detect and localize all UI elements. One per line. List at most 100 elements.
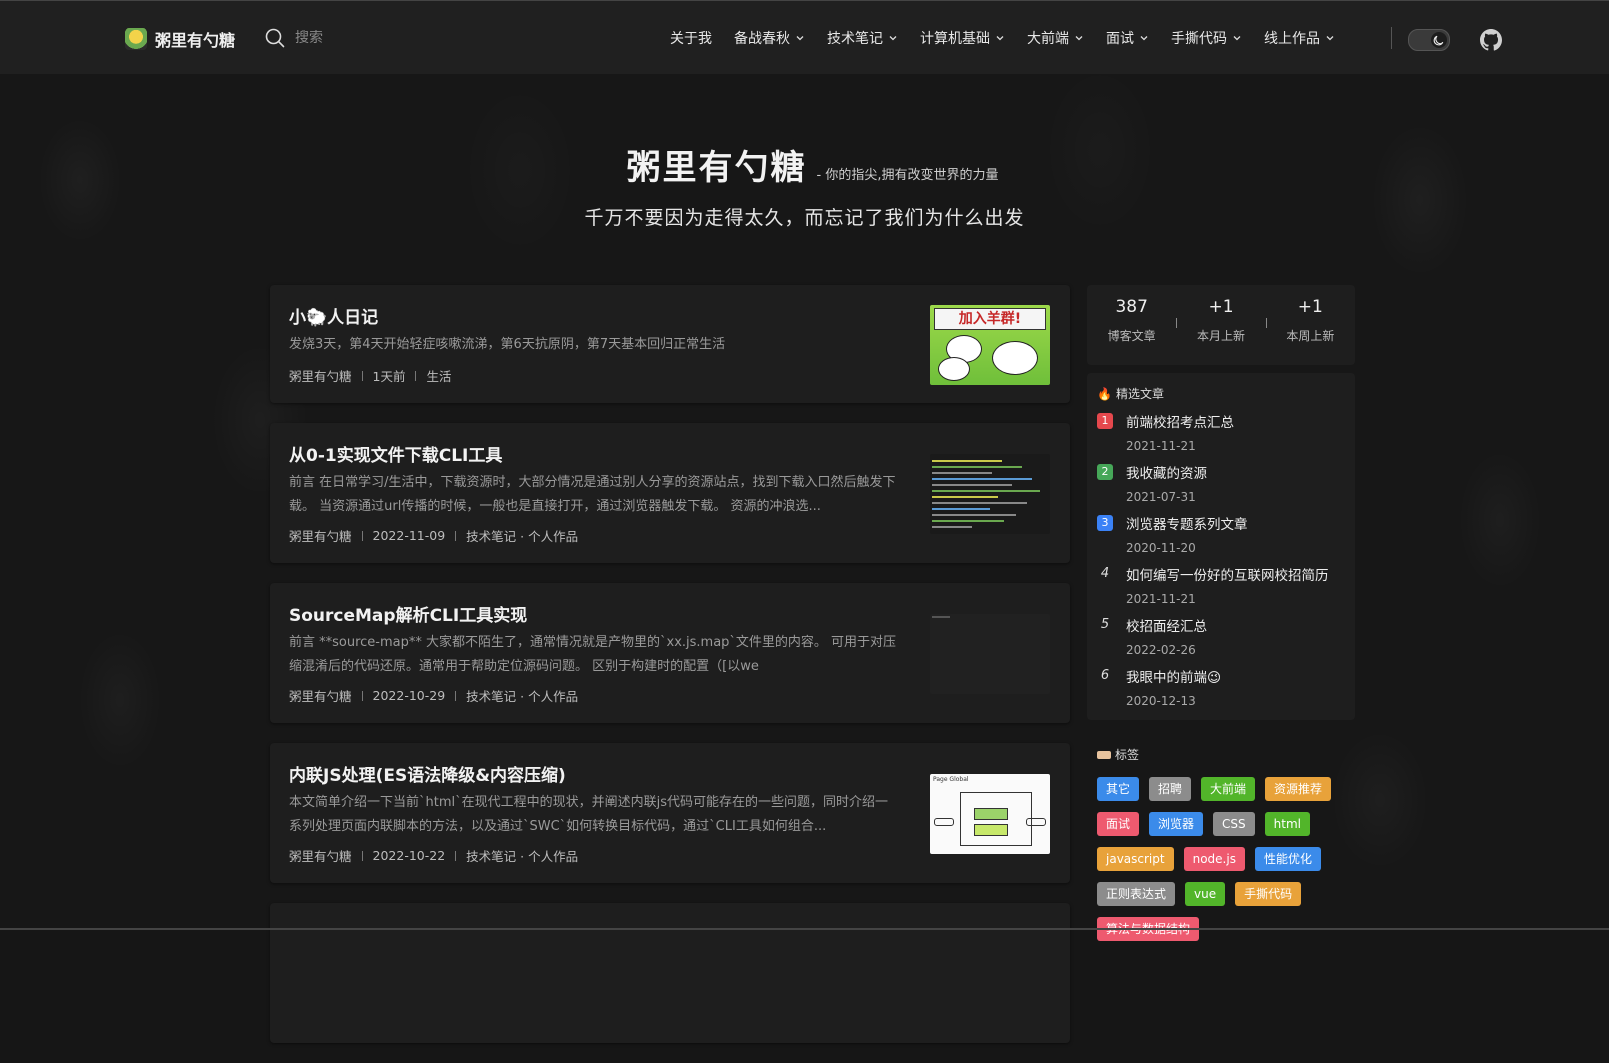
nav-item-label: 关于我: [670, 31, 712, 47]
article-card[interactable]: 小🐑人日记 发烧3天，第4天开始轻症咳嗽流涕，第6天抗原阴，第7天基本回归正常生…: [270, 285, 1070, 403]
article-author: 粥里有勺糖: [289, 689, 352, 704]
tag-chip[interactable]: 其它: [1097, 777, 1140, 801]
article-thumbnail[interactable]: 加入羊群!: [930, 305, 1050, 385]
article-author: 粥里有勺糖: [289, 849, 352, 864]
article-meta: 粥里有勺糖 1天前 生活: [289, 366, 451, 385]
hero-title: 粥里有勺糖: [626, 148, 807, 188]
featured-item-date: 2022-02-26: [1126, 643, 1196, 657]
featured-item[interactable]: 3 浏览器专题系列文章 2020-11-20: [1097, 513, 1345, 555]
featured-rank: 3: [1097, 515, 1113, 531]
article-title[interactable]: 小🐑人日记: [289, 303, 378, 328]
nav-item[interactable]: 面试: [1106, 28, 1149, 48]
tag-chip[interactable]: 手撕代码: [1235, 882, 1302, 906]
featured-item-date: 2020-11-20: [1126, 541, 1196, 555]
tag-chip[interactable]: node.js: [1183, 847, 1245, 871]
hero-subtitle: 千万不要因为走得太久，而忘记了我们为什么出发: [584, 207, 1025, 229]
tag-chip[interactable]: 大前端: [1201, 777, 1256, 801]
site-logo[interactable]: 粥里有勺糖: [125, 27, 235, 51]
nav-item-label: 线上作品: [1264, 31, 1320, 47]
featured-item-title[interactable]: 校招面经汇总: [1126, 615, 1207, 635]
featured-rank: 5: [1100, 617, 1110, 632]
sidebar: 387 博客文章 +1 本月上新 +1 本周上新 🔥 精选文章 1 前端校招考点汇…: [1087, 285, 1355, 951]
article-meta: 粥里有勺糖 2022-10-22 技术笔记 · 个人作品: [289, 846, 578, 865]
featured-item[interactable]: 2 我收藏的资源 2021-07-31: [1097, 462, 1345, 504]
featured-item-title[interactable]: 我眼中的前端😉: [1126, 666, 1221, 686]
tag-chip[interactable]: CSS: [1213, 812, 1255, 836]
moon-icon: [1431, 32, 1447, 48]
tags-title: 标签: [1097, 746, 1345, 763]
featured-panel: 🔥 精选文章 1 前端校招考点汇总 2021-11-21 2 我收藏的资源 2021-07…: [1087, 373, 1355, 720]
stat-articles: 387 博客文章: [1107, 297, 1156, 343]
article-card[interactable]: [270, 903, 1070, 1043]
nav-item-label: 大前端: [1027, 31, 1069, 47]
nav-item[interactable]: 线上作品: [1264, 28, 1335, 48]
featured-item[interactable]: 1 前端校招考点汇总 2021-11-21: [1097, 411, 1345, 453]
article-category[interactable]: 技术笔记 · 个人作品: [466, 846, 578, 865]
chevron-down-icon: [1326, 36, 1334, 41]
article-thumbnail[interactable]: Page Global: [930, 774, 1050, 854]
featured-rank: 2: [1097, 464, 1113, 480]
article-card[interactable]: 从0-1实现文件下载CLI工具 前言 在日常学习/生活中，下载资源时，大部分情况…: [270, 423, 1070, 563]
search-icon[interactable]: [265, 28, 285, 48]
search-input[interactable]: [295, 30, 415, 46]
stat-month-new: +1 本月上新: [1176, 285, 1265, 365]
featured-item[interactable]: 6 我眼中的前端😉 2020-12-13: [1097, 666, 1345, 708]
article-date: 2022-11-09: [372, 528, 446, 543]
tag-chip[interactable]: 资源推荐: [1265, 777, 1332, 801]
article-thumbnail[interactable]: [930, 454, 1050, 534]
article-title[interactable]: SourceMap解析CLI工具实现: [289, 601, 527, 626]
article-card[interactable]: 内联JS处理(ES语法降级&内容压缩) 本文简单介绍一下当前`html`在现代工…: [270, 743, 1070, 883]
featured-item-title[interactable]: 浏览器专题系列文章: [1126, 513, 1248, 533]
article-date: 2022-10-22: [372, 848, 446, 863]
article-category[interactable]: 技术笔记 · 个人作品: [466, 686, 578, 705]
article-list: 小🐑人日记 发烧3天，第4天开始轻症咳嗽流涕，第6天抗原阴，第7天基本回归正常生…: [270, 285, 1070, 1063]
nav-item-label: 技术笔记: [827, 31, 883, 47]
article-meta: 粥里有勺糖 2022-10-29 技术笔记 · 个人作品: [289, 686, 578, 705]
article-category[interactable]: 技术笔记 · 个人作品: [466, 526, 578, 545]
featured-title: 🔥 精选文章: [1097, 386, 1164, 402]
article-date: 1天前: [372, 369, 406, 384]
article-category[interactable]: 生活: [426, 366, 451, 385]
tag-chip[interactable]: 浏览器: [1149, 812, 1204, 836]
nav-divider: [1391, 27, 1392, 49]
featured-item-date: 2021-11-21: [1126, 439, 1196, 453]
featured-item-title[interactable]: 如何编写一份好的互联网校招简历: [1126, 564, 1329, 584]
tag-chip[interactable]: 招聘: [1149, 777, 1192, 801]
article-title[interactable]: 内联JS处理(ES语法降级&内容压缩): [289, 761, 566, 786]
tag-chip[interactable]: 正则表达式: [1097, 882, 1176, 906]
hero-slogan: - 你的指尖,拥有改变世界的力量: [816, 168, 999, 183]
article-title[interactable]: 从0-1实现文件下载CLI工具: [289, 441, 502, 466]
featured-item-title[interactable]: 前端校招考点汇总: [1126, 411, 1234, 431]
featured-item[interactable]: 5 校招面经汇总 2022-02-26: [1097, 615, 1345, 657]
featured-item-title[interactable]: 我收藏的资源: [1126, 462, 1207, 482]
nav-item[interactable]: 大前端: [1027, 28, 1084, 48]
featured-item[interactable]: 4 如何编写一份好的互联网校招简历 2021-11-21: [1097, 564, 1345, 606]
theme-toggle[interactable]: [1408, 29, 1450, 51]
featured-item-date: 2021-07-31: [1126, 490, 1196, 504]
nav-item[interactable]: 技术笔记: [827, 28, 898, 48]
nav-item-label: 备战春秋: [734, 31, 790, 47]
thumbnail-banner: 加入羊群!: [934, 308, 1046, 330]
github-icon[interactable]: [1480, 29, 1502, 51]
fire-icon: 🔥: [1097, 386, 1112, 401]
tag-chip[interactable]: 性能优化: [1254, 847, 1321, 871]
article-author: 粥里有勺糖: [289, 529, 352, 544]
article-summary: 发烧3天，第4天开始轻症咳嗽流涕，第6天抗原阴，第7天基本回归正常生活: [289, 337, 726, 352]
nav-item[interactable]: 关于我: [670, 28, 712, 48]
article-author: 粥里有勺糖: [289, 369, 352, 384]
article-thumbnail[interactable]: [930, 614, 1050, 694]
tag-chip[interactable]: html: [1264, 812, 1310, 836]
tag-chip[interactable]: javascript: [1097, 847, 1174, 871]
chevron-down-icon: [796, 36, 804, 41]
nav-item[interactable]: 计算机基础: [920, 28, 1005, 48]
tag-chip[interactable]: vue: [1185, 882, 1226, 906]
chevron-down-icon: [1233, 36, 1241, 41]
tag-chip[interactable]: 面试: [1097, 812, 1140, 836]
featured-rank: 6: [1100, 668, 1110, 683]
chevron-down-icon: [889, 36, 897, 41]
article-date: 2022-10-29: [372, 688, 446, 703]
nav-item[interactable]: 手撕代码: [1171, 28, 1242, 48]
article-card[interactable]: SourceMap解析CLI工具实现 前言 **source-map** 大家都…: [270, 583, 1070, 723]
nav-item[interactable]: 备战春秋: [734, 28, 805, 48]
stat-week-new: +1 本周上新: [1265, 285, 1355, 365]
